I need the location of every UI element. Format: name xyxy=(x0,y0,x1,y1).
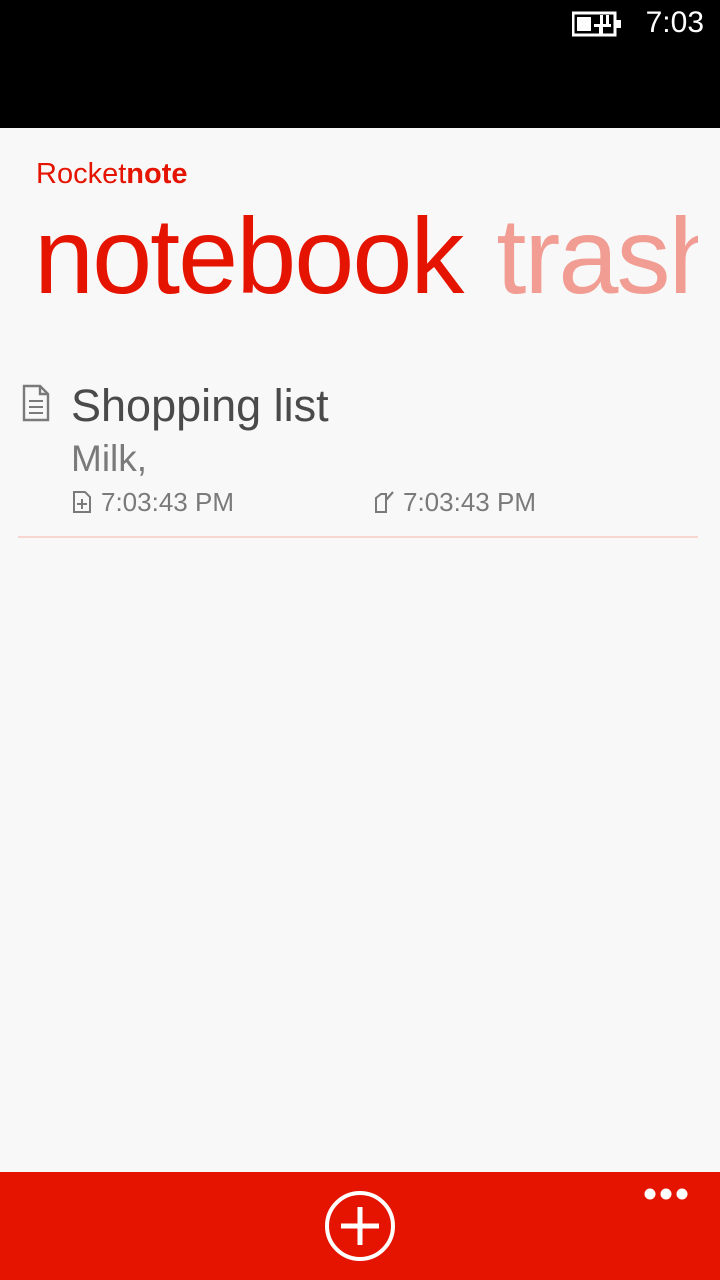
note-modified-time: 7:03:43 PM xyxy=(403,487,536,517)
note-title: Shopping list xyxy=(71,380,329,431)
app-content: Rocketnote notebook trash Shopping list M… xyxy=(0,128,720,1172)
add-note-button[interactable] xyxy=(324,1190,396,1262)
note-modified: 7:03:43 PM xyxy=(374,486,536,518)
pivot-tab-trash[interactable]: trash xyxy=(496,196,698,316)
app-title-regular: Rocket xyxy=(36,158,127,190)
note-list-item[interactable]: Shopping list Milk, 7:03:43 PM 7:03:43 P… xyxy=(18,378,698,538)
modified-icon xyxy=(375,491,394,513)
battery-charging-icon xyxy=(572,11,621,37)
more-options-button[interactable] xyxy=(642,1186,690,1202)
ellipsis-icon xyxy=(644,1188,688,1200)
pivot-header-strip: notebook trash xyxy=(34,196,698,316)
app-title: Rocketnote xyxy=(36,158,187,191)
note-document-icon xyxy=(22,384,50,422)
note-created-time: 7:03:43 PM xyxy=(101,487,234,517)
status-bar: 7:03 xyxy=(0,0,720,128)
app-title-bold: note xyxy=(126,158,188,190)
note-created: 7:03:43 PM xyxy=(72,486,234,518)
add-circle-icon xyxy=(325,1191,395,1261)
status-clock: 7:03 xyxy=(645,6,704,39)
pivot-tab-notebook[interactable]: notebook xyxy=(34,196,464,316)
app-bar xyxy=(0,1172,720,1280)
note-preview: Milk, xyxy=(71,438,148,479)
created-icon xyxy=(73,491,91,513)
